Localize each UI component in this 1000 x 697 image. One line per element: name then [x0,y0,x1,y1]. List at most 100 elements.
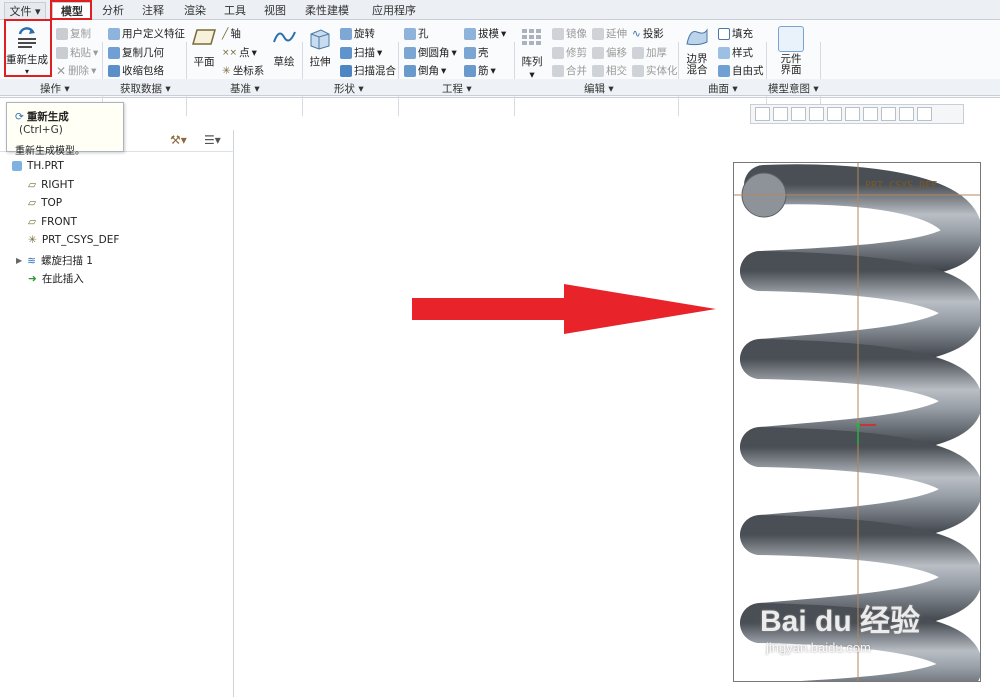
creo-window: 文件 ▾ 模型 分析 注释 渲染 工具 视图 柔性建模 应用程序 重新生成 ▾ [0,0,1000,697]
annotation-display-icon[interactable] [899,107,914,121]
display-style-icon[interactable] [827,107,842,121]
shell-button[interactable]: 壳 [464,45,489,60]
round-icon [404,46,416,59]
revolve-icon [340,27,352,40]
freestyle-icon [718,64,730,77]
paste-icon [56,46,68,59]
round-button[interactable]: 倒圆角 ▾ [404,45,457,60]
rib-button[interactable]: 筋 ▾ [464,63,496,78]
datum-csys-button[interactable]: ✳ 坐标系 [222,63,264,78]
group-editing[interactable]: 编辑 ▾ [584,81,614,96]
chamfer-button[interactable]: 倒角 ▾ [404,63,446,78]
tree-item-front[interactable]: ▱ FRONT [28,216,77,228]
saved-views-icon[interactable] [845,107,860,121]
rib-icon [464,64,476,77]
sketch-icon [271,26,297,52]
tree-item-csys[interactable]: ✳ PRT_CSYS_DEF [28,234,119,246]
extend-button[interactable]: 延伸 [592,26,627,41]
datum-plane-icon: ▱ [28,216,37,228]
boundary-blend-button[interactable]: 边界 混合 [682,26,712,76]
intersect-icon [592,64,604,77]
ribbon-group-labels: 操作 ▾ 获取数据 ▾ 基准 ▾ 形状 ▾ 工程 ▾ 编辑 ▾ 曲面 ▾ 模型意… [0,79,1000,96]
offset-button[interactable]: 偏移 [592,45,627,60]
hole-button[interactable]: 孔 [404,26,429,41]
tab-tools[interactable]: 工具 [218,2,252,20]
refit-icon[interactable] [755,107,770,121]
tab-applications[interactable]: 应用程序 [366,2,422,20]
datum-plane-icon: ▱ [28,179,37,191]
tab-view[interactable]: 视图 [258,2,292,20]
pattern-button[interactable]: 阵列 ▾ [518,26,546,81]
tab-analysis[interactable]: 分析 [96,2,130,20]
copy-geometry-button[interactable]: 复制几何 [108,45,164,60]
tree-item-insert-here[interactable]: ➜ 在此插入 [28,271,84,286]
helical-sweep-icon: ≋ [27,254,36,267]
tree-item-right[interactable]: ▱ RIGHT [28,179,74,191]
merge-button[interactable]: 合并 [552,63,587,78]
zoom-in-icon[interactable] [773,107,788,121]
datum-display-icon[interactable] [881,107,896,121]
shrinkwrap-button[interactable]: 收缩包络 [108,63,164,78]
sketch-button[interactable]: 草绘 [270,26,298,69]
repaint-icon[interactable] [809,107,824,121]
datum-plane-icon: ▱ [28,197,37,209]
thicken-button[interactable]: 加厚 [632,45,667,60]
fill-icon [718,27,730,40]
mirror-button[interactable]: 镜像 [552,26,587,41]
zoom-out-icon[interactable] [791,107,806,121]
spin-center-icon[interactable] [917,107,932,121]
tab-render[interactable]: 渲染 [178,2,212,20]
extend-icon [592,27,604,40]
tree-item-helical-sweep[interactable]: ▶ ≋ 螺旋扫描 1 [16,253,93,268]
swept-blend-icon [340,64,352,77]
swept-blend-button[interactable]: 扫描混合 [340,63,396,78]
component-interface-icon [778,26,804,52]
extrude-button[interactable]: 拉伸 [306,26,334,69]
paste-button[interactable]: 粘贴 ▾ [56,45,98,60]
draft-button[interactable]: 拔模 ▾ [464,26,506,41]
view-manager-icon[interactable] [863,107,878,121]
group-datum[interactable]: 基准 ▾ [230,81,260,96]
style-button[interactable]: 样式 [718,45,753,60]
udf-button[interactable]: 用户定义特征 [108,26,185,41]
red-arrow-icon [412,284,716,334]
group-surfaces[interactable]: 曲面 ▾ [708,81,738,96]
group-operations[interactable]: 操作 ▾ [40,81,70,96]
tab-annotate[interactable]: 注释 [136,2,170,20]
freestyle-button[interactable]: 自由式 [718,63,764,78]
group-engineering[interactable]: 工程 ▾ [442,81,472,96]
datum-point-button[interactable]: ×× 点 ▾ [222,45,257,60]
datum-plane-button[interactable]: 平面 [190,26,218,69]
copy-button[interactable]: 复制 [56,26,91,41]
group-get-data[interactable]: 获取数据 ▾ [120,81,171,96]
component-interface-button[interactable]: 元件 界面 [774,26,808,76]
udf-icon [108,27,120,40]
regenerate-tooltip: ⟳ 重新生成(Ctrl+G) 重新生成模型。 [6,102,124,157]
hole-icon [404,27,416,40]
sweep-button[interactable]: 扫描 ▾ [340,45,382,60]
tree-item-part[interactable]: TH.PRT [12,160,64,172]
insert-arrow-icon: ➜ [28,272,37,285]
tree-filter-icon[interactable]: ☰▾ [204,133,221,147]
revolve-button[interactable]: 旋转 [340,26,375,41]
trim-button[interactable]: 修剪 [552,45,587,60]
tab-flexible-modeling[interactable]: 柔性建模 [296,2,358,20]
tab-file[interactable]: 文件 ▾ [4,2,46,20]
solidify-icon [632,64,644,77]
csys-label: PRT_CSYS_DEF [865,180,938,191]
project-button[interactable]: ∿ 投影 [632,26,664,41]
tree-item-top[interactable]: ▱ TOP [28,197,62,209]
tree-settings-icon[interactable]: ⚒▾ [170,133,187,147]
group-model-intent[interactable]: 模型意图 ▾ [768,81,819,96]
copy-geometry-icon [108,46,120,59]
sweep-icon [340,46,352,59]
datum-axis-button[interactable]: ╱ 轴 [222,26,241,41]
group-shapes[interactable]: 形状 ▾ [334,81,364,96]
mirror-icon [552,27,564,40]
intersect-button[interactable]: 相交 [592,63,627,78]
fill-button[interactable]: 填充 [718,26,753,41]
solidify-button[interactable]: 实体化 [632,63,678,78]
expand-arrow-icon[interactable]: ▶ [16,256,22,265]
delete-button[interactable]: ✕ 删除 ▾ [56,63,96,78]
trim-icon [552,46,564,59]
